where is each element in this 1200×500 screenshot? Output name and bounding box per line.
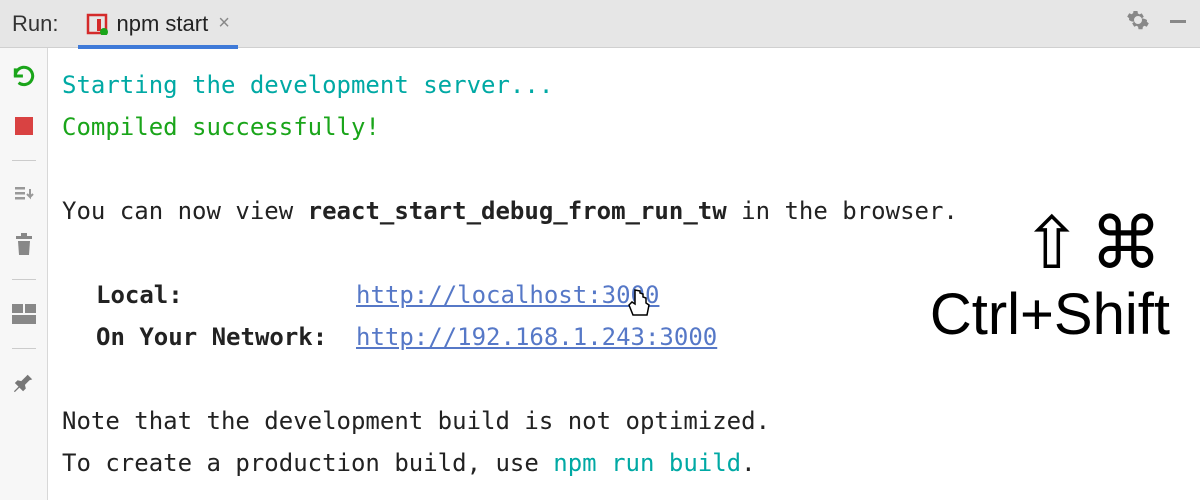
- console-output: Starting the development server... Compi…: [48, 48, 1200, 500]
- trash-button[interactable]: [8, 229, 40, 261]
- pin-button[interactable]: [8, 367, 40, 399]
- network-url-link[interactable]: http://192.168.1.243:3000: [356, 323, 717, 351]
- scroll-to-end-button[interactable]: [8, 179, 40, 211]
- console-line-network: On Your Network:http://192.168.1.243:300…: [62, 316, 1192, 358]
- local-url-link[interactable]: http://localhost:3000: [356, 281, 659, 309]
- sidebar-divider: [12, 279, 36, 280]
- sidebar-divider: [12, 160, 36, 161]
- run-tab[interactable]: npm start ×: [78, 2, 237, 49]
- console-line-note1: Note that the development build is not o…: [62, 400, 1192, 442]
- console-line-compiled: Compiled successfully!: [62, 106, 1192, 148]
- network-label: On Your Network:: [96, 316, 356, 358]
- minimize-icon[interactable]: [1168, 10, 1188, 38]
- run-panel-header: Run: npm start ×: [0, 0, 1200, 48]
- run-sidebar: [0, 48, 48, 500]
- console-line-view: You can now view react_start_debug_from_…: [62, 190, 1192, 232]
- project-name: react_start_debug_from_run_tw: [308, 197, 727, 225]
- tab-name: npm start: [116, 11, 208, 37]
- sidebar-divider: [12, 348, 36, 349]
- console-line-local: Local:http://localhost:3000: [62, 274, 1192, 316]
- gear-icon[interactable]: [1126, 8, 1150, 39]
- rerun-button[interactable]: [8, 60, 40, 92]
- local-label: Local:: [96, 274, 356, 316]
- console-line-starting: Starting the development server...: [62, 64, 1192, 106]
- run-label: Run:: [12, 11, 58, 37]
- npm-icon: [86, 13, 108, 35]
- stop-button[interactable]: [8, 110, 40, 142]
- npm-run-build-cmd: npm run build: [553, 449, 741, 477]
- layout-button[interactable]: [8, 298, 40, 330]
- close-tab-icon[interactable]: ×: [218, 12, 230, 35]
- console-line-note2: To create a production build, use npm ru…: [62, 442, 1192, 484]
